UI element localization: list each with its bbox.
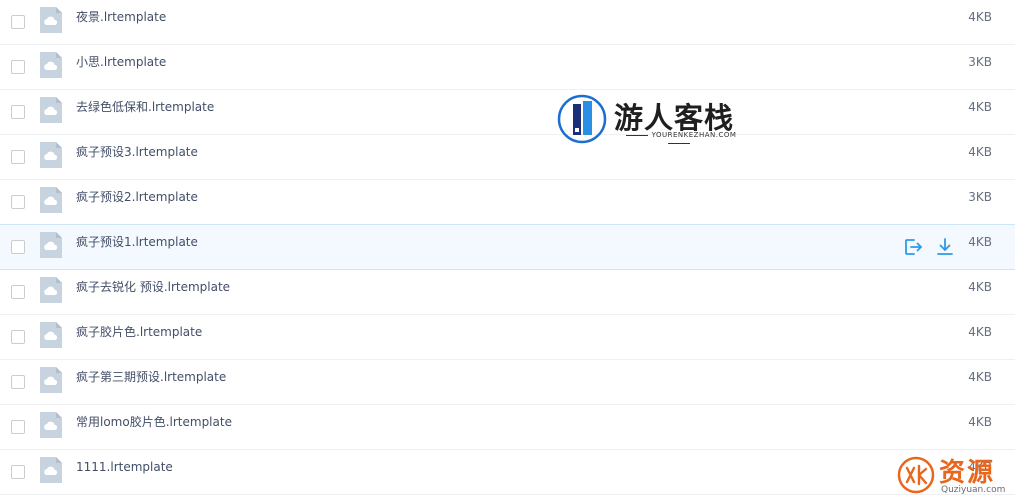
share-icon[interactable]	[903, 237, 923, 257]
file-row[interactable]: 1111.lrtemplate 4KB	[0, 450, 1015, 495]
cloud-file-icon	[40, 97, 62, 123]
file-size: 4KB	[968, 325, 992, 339]
file-row[interactable]: 疯子预设3.lrtemplate 4KB	[0, 135, 1015, 180]
cloud-file-icon	[40, 187, 62, 213]
file-row[interactable]: 常用lomo胶片色.lrtemplate 4KB	[0, 405, 1015, 450]
row-checkbox[interactable]	[11, 150, 25, 164]
row-checkbox[interactable]	[11, 240, 25, 254]
file-size: 4KB	[968, 280, 992, 294]
cloud-file-icon	[40, 142, 62, 168]
file-size: 4KB	[968, 460, 992, 474]
file-size: 3KB	[968, 190, 992, 204]
cloud-file-icon	[40, 322, 62, 348]
cloud-file-icon	[40, 367, 62, 393]
file-name[interactable]: 疯子预设2.lrtemplate	[76, 180, 198, 214]
row-checkbox[interactable]	[11, 330, 25, 344]
row-checkbox[interactable]	[11, 195, 25, 209]
file-list: 夜景.lrtemplate 4KB 小思.lrtemplate 3KB 去绿色低…	[0, 0, 1015, 495]
file-name[interactable]: 疯子胶片色.lrtemplate	[76, 315, 202, 349]
file-name[interactable]: 疯子预设1.lrtemplate	[76, 225, 198, 259]
file-name[interactable]: 1111.lrtemplate	[76, 450, 173, 484]
cloud-file-icon	[40, 7, 62, 33]
file-size: 4KB	[968, 100, 992, 114]
row-checkbox[interactable]	[11, 420, 25, 434]
cloud-file-icon	[40, 412, 62, 438]
file-size: 4KB	[968, 415, 992, 429]
file-row[interactable]: 疯子去锐化 预设.lrtemplate 4KB	[0, 270, 1015, 315]
row-checkbox[interactable]	[11, 285, 25, 299]
file-row[interactable]: 夜景.lrtemplate 4KB	[0, 0, 1015, 45]
file-name[interactable]: 夜景.lrtemplate	[76, 0, 166, 34]
file-name[interactable]: 小思.lrtemplate	[76, 45, 166, 79]
file-name[interactable]: 去绿色低保和.lrtemplate	[76, 90, 214, 124]
row-checkbox[interactable]	[11, 15, 25, 29]
file-row[interactable]: 小思.lrtemplate 3KB	[0, 45, 1015, 90]
file-name[interactable]: 疯子去锐化 预设.lrtemplate	[76, 270, 230, 304]
file-size: 3KB	[968, 55, 992, 69]
file-size: 4KB	[968, 10, 992, 24]
file-size: 4KB	[968, 145, 992, 159]
file-size: 4KB	[968, 370, 992, 384]
download-icon[interactable]	[935, 237, 955, 257]
cloud-file-icon	[40, 232, 62, 258]
cloud-file-icon	[40, 457, 62, 483]
file-size: 4KB	[968, 235, 992, 249]
file-row[interactable]: 疯子第三期预设.lrtemplate 4KB	[0, 360, 1015, 405]
row-checkbox[interactable]	[11, 60, 25, 74]
row-checkbox[interactable]	[11, 375, 25, 389]
file-name[interactable]: 常用lomo胶片色.lrtemplate	[76, 405, 232, 439]
row-checkbox[interactable]	[11, 105, 25, 119]
cloud-file-icon	[40, 277, 62, 303]
file-row[interactable]: 去绿色低保和.lrtemplate 4KB	[0, 90, 1015, 135]
file-name[interactable]: 疯子第三期预设.lrtemplate	[76, 360, 226, 394]
row-checkbox[interactable]	[11, 465, 25, 479]
file-name[interactable]: 疯子预设3.lrtemplate	[76, 135, 198, 169]
file-row-hovered[interactable]: 疯子预设1.lrtemplate 4KB	[0, 224, 1015, 270]
file-row[interactable]: 疯子预设2.lrtemplate 3KB	[0, 180, 1015, 225]
cloud-file-icon	[40, 52, 62, 78]
file-row[interactable]: 疯子胶片色.lrtemplate 4KB	[0, 315, 1015, 360]
